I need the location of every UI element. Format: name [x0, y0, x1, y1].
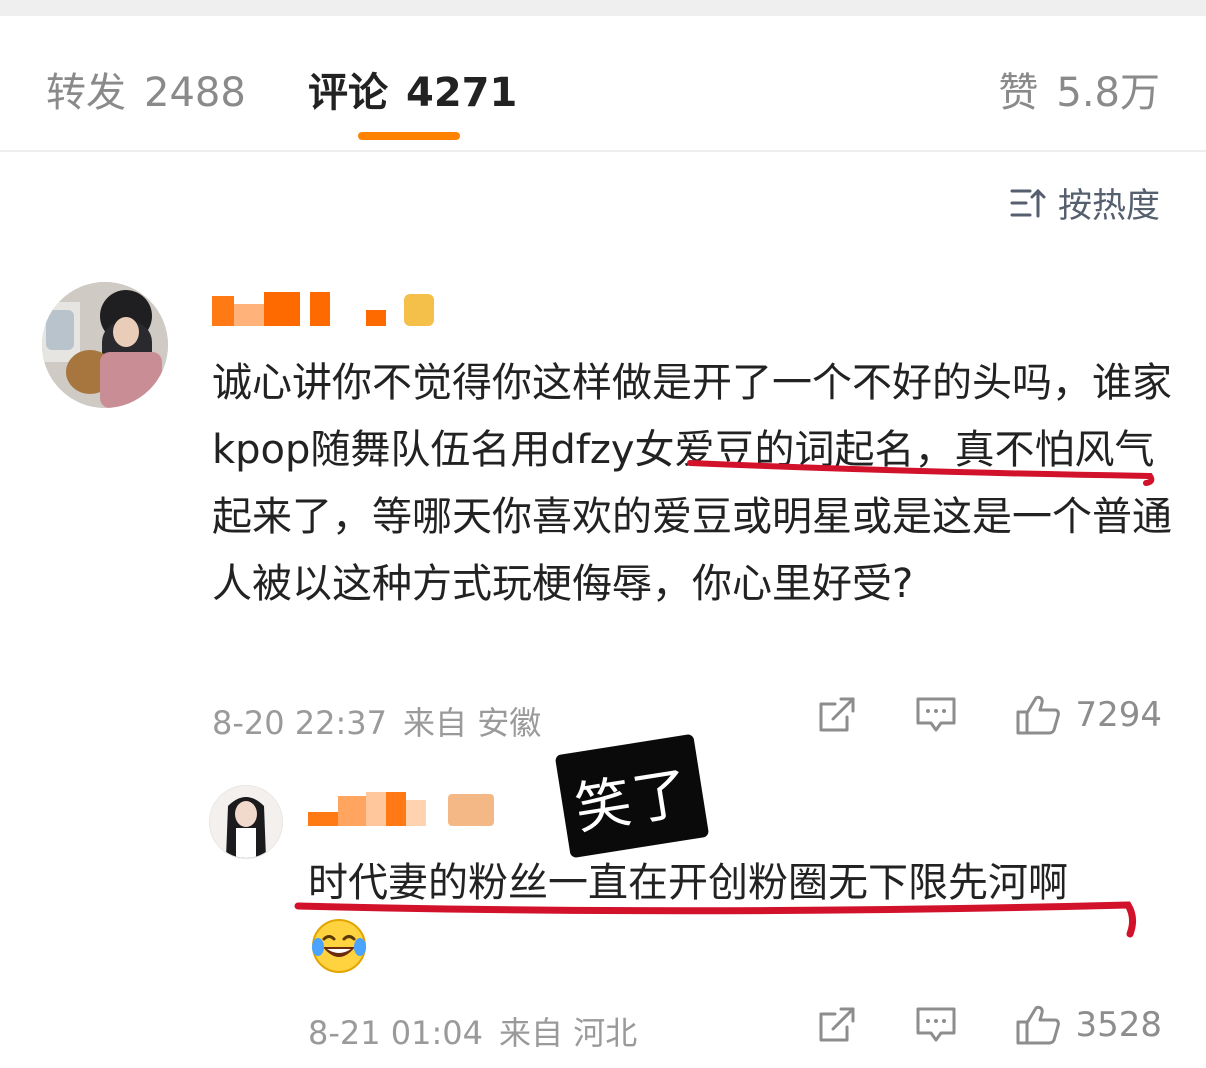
- reply-source: 来自 河北: [499, 1014, 638, 1052]
- sort-button[interactable]: 按热度: [1010, 178, 1160, 227]
- comment-actions: 7294: [817, 694, 1162, 736]
- reply-badge-icon: [448, 794, 494, 826]
- tab-likes[interactable]: 赞 5.8万: [998, 60, 1160, 118]
- reply-avatar-photo: [210, 786, 282, 858]
- reply-like-button[interactable]: 3528: [1015, 1004, 1162, 1046]
- reply-date: 8-21 01:04: [308, 1014, 484, 1052]
- tab-comments-label: 评论: [308, 70, 388, 116]
- share-icon: [819, 697, 855, 732]
- reply-meta: 8-21 01:04 来自 河北: [308, 1008, 653, 1054]
- comment-source: 来自 安徽: [403, 704, 542, 742]
- top-strip: [0, 0, 1206, 16]
- reply-button[interactable]: [915, 695, 957, 735]
- badge-icon: [404, 294, 434, 326]
- comment-icon: [916, 1007, 956, 1042]
- reply-comment-button[interactable]: [915, 1005, 957, 1045]
- tab-bar: 转发 2488 评论 4271 赞 5.8万: [0, 16, 1206, 152]
- reply-avatar[interactable]: [209, 785, 283, 859]
- tab-reposts[interactable]: 转发 2488: [46, 60, 246, 118]
- tab-likes-count: 5.8万: [1056, 70, 1160, 116]
- comment-meta: 8-20 22:37 来自 安徽: [212, 698, 557, 744]
- laughing-crying-emoji: [312, 919, 366, 973]
- active-tab-indicator: [358, 132, 460, 140]
- sticker-text: 笑了: [570, 759, 696, 843]
- thumbs-up-icon: [1016, 695, 1061, 735]
- thumbs-up-icon: [1016, 1005, 1061, 1045]
- username-pixelated[interactable]: [212, 292, 444, 326]
- tab-reposts-count: 2488: [144, 70, 246, 116]
- annotation-sticker: 笑了: [554, 733, 710, 859]
- tab-reposts-label: 转发: [46, 70, 126, 116]
- like-button[interactable]: 7294: [1015, 694, 1162, 736]
- comment-text: 诚心讲你不觉得你这样做是开了一个不好的头吗，谁家kpop随舞队伍名用dfzy女爱…: [212, 360, 1172, 607]
- reply-actions: 3528: [817, 1004, 1162, 1046]
- reply-repost-button[interactable]: [817, 1005, 857, 1045]
- tab-likes-label: 赞: [998, 70, 1039, 116]
- avatar[interactable]: [42, 282, 168, 408]
- tab-comments[interactable]: 评论 4271: [308, 60, 517, 118]
- sort-icon: [1010, 188, 1046, 217]
- repost-button[interactable]: [817, 695, 857, 735]
- tab-comments-count: 4271: [406, 70, 518, 116]
- comment-icon: [916, 697, 956, 732]
- avatar-photo: [42, 282, 168, 408]
- comment-date: 8-20 22:37: [212, 704, 388, 742]
- sort-label: 按热度: [1058, 186, 1160, 226]
- reply-text: 时代妻的粉丝一直在开创粉圈无下限先河啊: [308, 860, 1068, 906]
- like-count: 7294: [1075, 695, 1162, 735]
- reply-username-pixelated[interactable]: [308, 792, 498, 826]
- reply-like-count: 3528: [1075, 1005, 1162, 1045]
- share-icon: [819, 1007, 855, 1042]
